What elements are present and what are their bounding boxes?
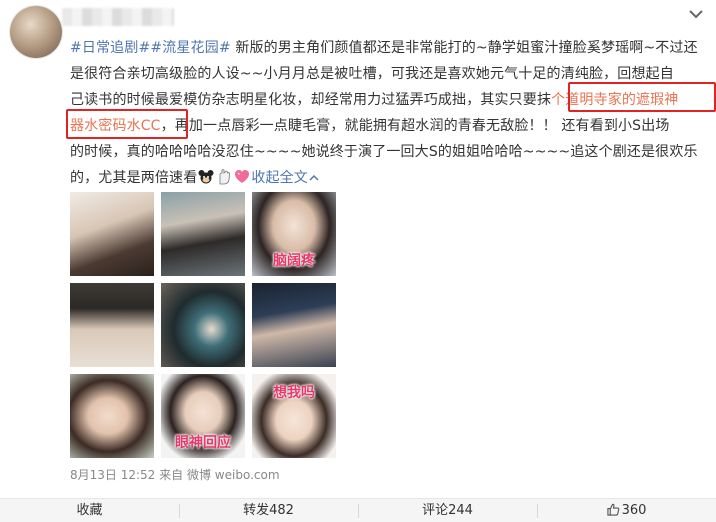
chevron-down-icon[interactable]	[688, 8, 704, 20]
post-line-1: #日常追剧##流星花园# 新版的男主角们颜值都还是非常能打的~静学姐蜜汁撞脸奚梦…	[70, 35, 706, 61]
collapse-text-link[interactable]: 收起全文	[251, 170, 319, 186]
image-thumb-2[interactable]	[161, 192, 245, 276]
comment-label: 评论244	[422, 503, 473, 518]
post-line-4: 器水密码水CC，再加一点唇彩一点睫毛膏，就能拥有超水润的青春无敌脸！！ 还有看到…	[70, 113, 706, 139]
image-thumb-9[interactable]: 想我吗	[252, 374, 336, 458]
chevron-up-icon	[309, 174, 319, 181]
post-line-5: 的时候，真的哈哈哈哈没忍住~~~~她说终于演了一回大S的姐姐哈哈哈~~~~追这个…	[70, 139, 706, 165]
comment-button[interactable]: 评论244	[358, 499, 537, 522]
image-caption: 眼神回应	[175, 435, 231, 451]
favorite-button[interactable]: 收藏	[0, 499, 179, 522]
image-thumb-5[interactable]	[161, 283, 245, 367]
post-line-6: 的，尤其是两倍速看 收起全文	[70, 165, 706, 191]
source-prefix: 来自	[159, 468, 184, 482]
hand-emoji-icon	[219, 169, 231, 185]
post-text-segment: 是很符合亲切高级脸的人设~~小月月总是被吐槽，可我还是喜欢她元气十足的清纯脸，回…	[70, 66, 674, 82]
post-text-segment: ，再加一点唇彩一点睫毛膏，就能拥有超水润的青春无敌脸！！ 还有看到小S出场	[160, 118, 670, 134]
product-link-part-1[interactable]: 个道明寺家的遮瑕神	[551, 92, 678, 108]
image-caption: 想我吗	[273, 385, 315, 401]
like-button[interactable]: 360	[537, 499, 716, 522]
post-text-segment: 己读书的时候最爱模仿杂志明星化妆，却经常用力过猛弄巧成拙，其实只要抹	[70, 92, 552, 108]
image-thumb-1[interactable]	[70, 192, 154, 276]
image-thumb-8[interactable]: 眼神回应	[161, 374, 245, 458]
image-thumb-6[interactable]	[252, 283, 336, 367]
post-text-segment: 新版的男主角们颜值都还是非常能打的~静学姐蜜汁撞脸奚梦瑶啊~不过还	[230, 40, 698, 56]
post-timestamp[interactable]: 8月13日 12:52	[70, 468, 155, 482]
like-count: 360	[621, 503, 647, 518]
post-text-segment: 的，尤其是两倍速看	[70, 170, 198, 186]
repost-label: 转发482	[243, 503, 294, 518]
mouse-face-emoji-icon	[198, 170, 214, 184]
collapse-label: 收起全文	[251, 170, 308, 186]
favorite-label: 收藏	[76, 503, 103, 518]
post-text-segment: 的时候，真的哈哈哈哈没忍住~~~~她说终于演了一回大S的姐姐哈哈哈~~~~追这个…	[70, 144, 698, 160]
post-text: #日常追剧##流星花园# 新版的男主角们颜值都还是非常能打的~静学姐蜜汁撞脸奚梦…	[70, 35, 706, 191]
author-name-blurred[interactable]	[62, 8, 174, 26]
image-thumb-3[interactable]: 脑阔疼	[252, 192, 336, 276]
topic-link-daily-drama[interactable]: #日常追剧#	[70, 40, 150, 56]
post-line-2: 是很符合亲切高级脸的人设~~小月月总是被吐槽，可我还是喜欢她元气十足的清纯脸，回…	[70, 61, 706, 87]
action-bar: 收藏 转发482 评论244 360	[0, 498, 716, 522]
image-thumb-7[interactable]	[70, 374, 154, 458]
post-line-3: 己读书的时候最爱模仿杂志明星化妆，却经常用力过猛弄巧成拙，其实只要抹个道明寺家的…	[70, 87, 706, 113]
thumbs-up-icon	[606, 503, 619, 516]
post-meta: 8月13日 12:52 来自 微博 weibo.com	[70, 466, 280, 483]
pink-heart-emoji-icon	[235, 170, 250, 183]
product-link-part-2[interactable]: 器水密码水CC	[70, 118, 161, 134]
image-thumb-4[interactable]	[70, 283, 154, 367]
repost-button[interactable]: 转发482	[179, 499, 358, 522]
topic-link-meteor-garden[interactable]: #流星花园#	[150, 40, 230, 56]
avatar[interactable]	[10, 6, 62, 58]
image-caption: 脑阔疼	[273, 253, 315, 269]
post-source[interactable]: 微博 weibo.com	[187, 468, 280, 482]
